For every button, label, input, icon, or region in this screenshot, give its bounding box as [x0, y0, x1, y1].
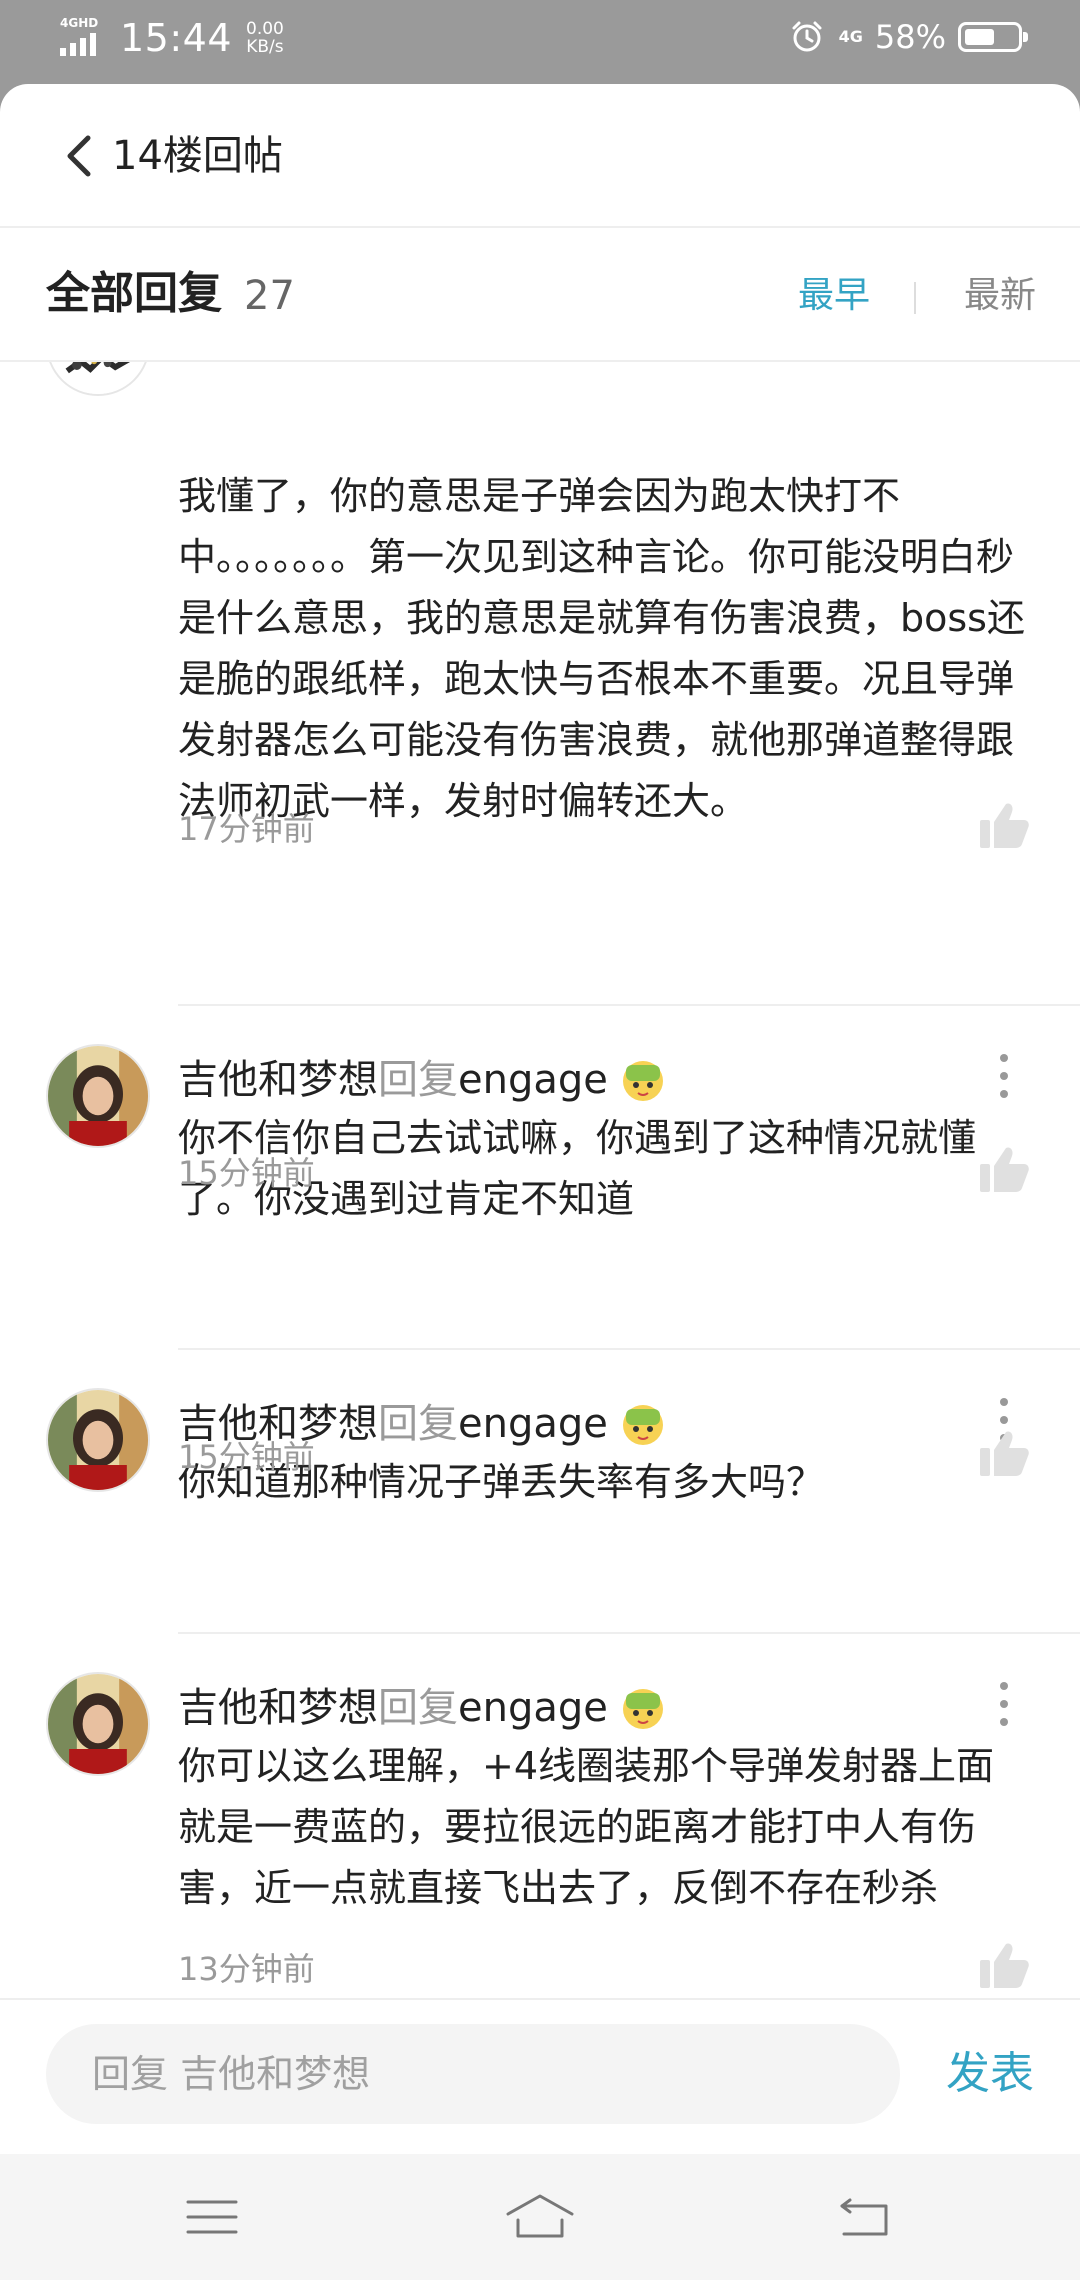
avatar-image: [48, 1046, 148, 1146]
avatar-image: [48, 1390, 148, 1490]
reply-count: 27: [244, 273, 295, 319]
avatar-image: [48, 362, 148, 394]
sort-latest-tab[interactable]: 最新: [964, 272, 1036, 320]
cellular-type: 4G: [838, 27, 863, 46]
reply-input[interactable]: [46, 2024, 900, 2124]
comment-time: 15分钟前: [178, 1438, 315, 1476]
thumbs-up-icon[interactable]: [978, 800, 1030, 850]
speed-unit: KB/s: [246, 37, 284, 57]
comment-time: 15分钟前: [178, 1154, 315, 1192]
home-icon[interactable]: [504, 2192, 576, 2242]
title-bar: 14楼回帖: [0, 84, 1080, 228]
status-time: 15:44: [120, 16, 233, 60]
network-type: 4GHD: [60, 16, 99, 30]
reply-bar: 发表: [0, 1998, 1080, 2154]
reply-label: 回复: [378, 1685, 458, 1731]
back-arrow-icon[interactable]: [836, 2192, 896, 2242]
signal-icon: 4GHD: [58, 16, 106, 60]
comment-author[interactable]: 吉他和梦想: [178, 1680, 378, 1736]
page-title: 14楼回帖: [112, 133, 283, 179]
user-badge-icon: [622, 1061, 663, 1101]
comment-header: 吉他和梦想 回复 engage: [178, 1680, 668, 1736]
status-bar: 4GHD 15:44 0.00 KB/s 4G 58%: [0, 0, 1080, 84]
thumbs-up-icon[interactable]: [978, 1144, 1030, 1194]
reply-target[interactable]: engage: [458, 1680, 608, 1736]
speed-value: 0.00: [246, 19, 284, 39]
reply-label: 回复: [378, 1401, 458, 1447]
reply-label: 回复: [378, 1057, 458, 1103]
more-vertical-icon[interactable]: [990, 1050, 1018, 1102]
send-button[interactable]: 发表: [946, 2046, 1034, 2102]
comment-divider: [178, 1004, 1080, 1006]
network-speed: 0.00 KB/s: [246, 20, 284, 56]
chevron-left-icon[interactable]: [54, 128, 104, 184]
more-vertical-icon[interactable]: [990, 1678, 1018, 1730]
sort-divider: [914, 282, 916, 314]
alarm-icon: [792, 21, 822, 52]
menu-icon[interactable]: [182, 2192, 242, 2242]
reply-page: 14楼回帖 全部回复 27 最早 最新 我懂了，你的意思是子弹会因为跑太快打不中…: [0, 84, 1080, 2154]
comment-divider: [178, 1348, 1080, 1350]
filter-bar: 全部回复 27 最早 最新: [0, 228, 1080, 362]
comment-time: 17分钟前: [178, 810, 315, 848]
comment-text: 你可以这么理解，+4线圈装那个导弹发射器上面就是一费蓝的，要拉很远的距离才能打中…: [178, 1744, 995, 1910]
avatar-image: [48, 1674, 148, 1774]
status-left: 4GHD 15:44 0.00 KB/s: [58, 16, 284, 60]
user-badge-icon: [622, 1405, 663, 1445]
avatar[interactable]: [46, 1044, 150, 1148]
comment-author[interactable]: 吉他和梦想: [178, 1052, 378, 1108]
sort-earliest-tab[interactable]: 最早: [798, 272, 870, 320]
battery-icon: [958, 22, 1028, 52]
thumbs-up-icon[interactable]: [978, 1940, 1030, 1990]
avatar[interactable]: [46, 362, 150, 396]
comment-divider: [178, 1632, 1080, 1634]
avatar[interactable]: [46, 1672, 150, 1776]
reply-target[interactable]: engage: [458, 1396, 608, 1452]
comment-list[interactable]: 我懂了，你的意思是子弹会因为跑太快打不中。。。。。。。第一次见到这种言论。你可能…: [0, 362, 1080, 1998]
comment-header: 吉他和梦想 回复 engage: [178, 1052, 668, 1108]
thumbs-up-icon[interactable]: [978, 1428, 1030, 1478]
reply-target[interactable]: engage: [458, 1052, 608, 1108]
status-right: 4G 58%: [789, 18, 1028, 56]
comment-time: 13分钟前: [178, 1950, 315, 1988]
all-replies-title: 全部回复: [46, 268, 222, 319]
comment-text: 我懂了，你的意思是子弹会因为跑太快打不中。。。。。。。第一次见到这种言论。你可能…: [178, 474, 1025, 823]
battery-percent: 58%: [874, 18, 946, 56]
user-badge-icon: [622, 1689, 663, 1729]
avatar[interactable]: [46, 1388, 150, 1492]
system-nav-bar: [0, 2154, 1080, 2280]
